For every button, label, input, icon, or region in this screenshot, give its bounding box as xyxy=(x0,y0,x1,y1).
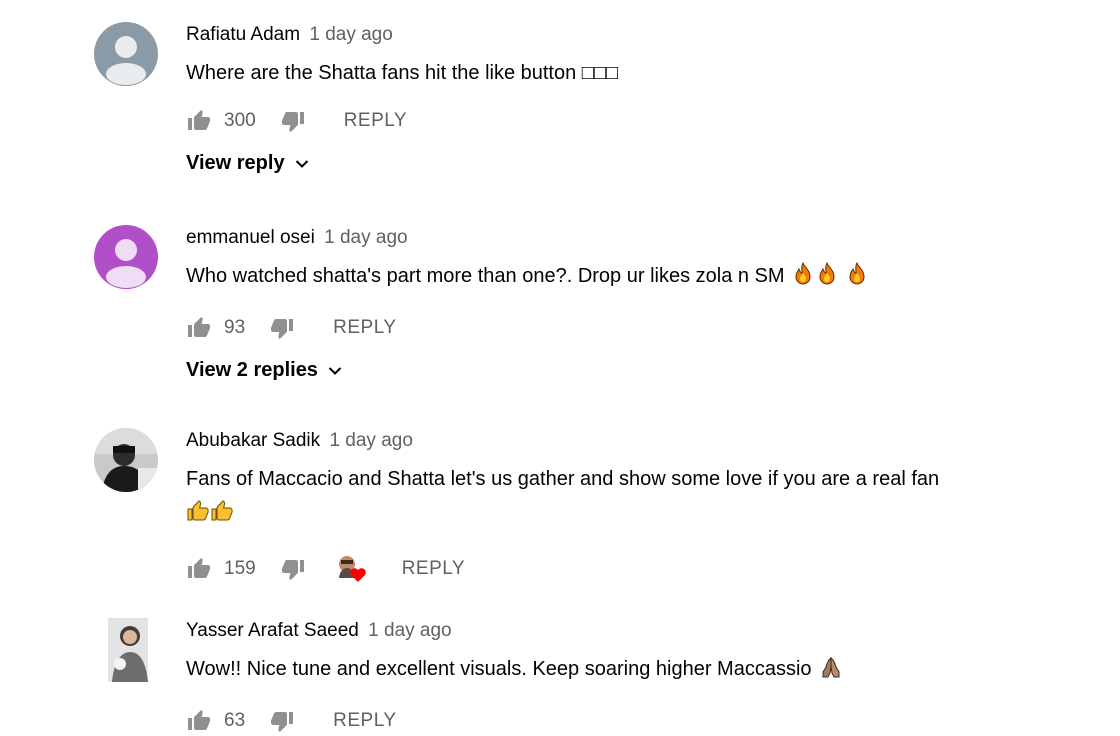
reply-button[interactable]: REPLY xyxy=(402,558,465,580)
chevron-down-icon xyxy=(328,366,342,376)
thumbs-down-icon[interactable] xyxy=(280,556,306,582)
like-count: 63 xyxy=(224,710,246,731)
author-name[interactable]: Rafiatu Adam xyxy=(186,24,300,45)
comment-text: Wow!! Nice tune and excellent visuals. K… xyxy=(186,652,1080,690)
comment-actions: 159 REPLY xyxy=(186,554,1080,584)
profile-photo-icon xyxy=(108,618,148,682)
avatar[interactable] xyxy=(108,618,148,682)
thumbs-up-emoji xyxy=(186,499,210,534)
chevron-down-icon xyxy=(295,159,309,169)
comment-header: emmanuel osei 1 day ago xyxy=(186,225,1080,251)
comment-text: Who watched shatta's part more than one?… xyxy=(186,259,1080,297)
comment-text: Where are the Shatta fans hit the like b… xyxy=(186,62,619,84)
comment-actions: 300 REPLY xyxy=(186,106,1080,136)
thumbs-down-icon[interactable] xyxy=(269,315,295,341)
thumbs-up-icon[interactable] xyxy=(186,315,212,341)
comment-timestamp[interactable]: 1 day ago xyxy=(309,24,392,45)
thumbs-up-icon[interactable] xyxy=(186,708,212,734)
fire-icon xyxy=(846,261,868,297)
default-avatar-icon xyxy=(94,22,158,86)
creator-heart-badge xyxy=(336,554,368,584)
praying-hands-emoji xyxy=(819,655,843,690)
comment-actions: 93 REPLY xyxy=(186,313,1080,343)
author-name[interactable]: Abubakar Sadik xyxy=(186,430,320,451)
comment-timestamp[interactable]: 1 day ago xyxy=(368,620,451,641)
comment-header: Yasser Arafat Saeed 1 day ago xyxy=(186,618,1080,644)
author-name[interactable]: emmanuel osei xyxy=(186,227,315,248)
comment-header: Rafiatu Adam 1 day ago xyxy=(186,22,1080,48)
like-count: 159 xyxy=(224,558,256,579)
comment-text: Fans of Maccacio and Shatta let's us gat… xyxy=(186,462,1046,534)
avatar[interactable] xyxy=(94,225,158,289)
reply-button[interactable]: REPLY xyxy=(333,317,396,339)
reply-button[interactable]: REPLY xyxy=(333,710,396,732)
comment-timestamp[interactable]: 1 day ago xyxy=(324,227,407,248)
avatar[interactable] xyxy=(94,428,158,492)
like-count: 93 xyxy=(224,317,246,338)
like-count: 300 xyxy=(224,110,256,131)
comment-actions: 63 REPLY xyxy=(186,706,1080,736)
comment-text-content: Wow!! Nice tune and excellent visuals. K… xyxy=(186,658,812,680)
view-replies-button[interactable]: View reply xyxy=(186,152,1080,175)
fire-icon xyxy=(792,261,814,297)
fire-icon xyxy=(816,261,838,297)
comment-text-content: Fans of Maccacio and Shatta let's us gat… xyxy=(186,468,940,490)
thumbs-up-icon[interactable] xyxy=(186,556,212,582)
creator-heart-icon xyxy=(338,556,366,582)
comment-text-content: Who watched shatta's part more than one?… xyxy=(186,265,785,287)
comment-timestamp[interactable]: 1 day ago xyxy=(329,430,412,451)
default-avatar-icon xyxy=(94,225,158,289)
view-replies-button[interactable]: View 2 replies xyxy=(186,359,1080,382)
thumbs-down-icon[interactable] xyxy=(269,708,295,734)
view-replies-label: View 2 replies xyxy=(186,359,318,381)
reply-button[interactable]: REPLY xyxy=(344,110,407,132)
thumbs-down-icon[interactable] xyxy=(280,108,306,134)
view-replies-label: View reply xyxy=(186,152,285,174)
avatar[interactable] xyxy=(94,22,158,86)
author-name[interactable]: Yasser Arafat Saeed xyxy=(186,620,359,641)
thumbs-up-icon[interactable] xyxy=(186,108,212,134)
profile-photo-icon xyxy=(94,428,158,492)
comment-header: Abubakar Sadik 1 day ago xyxy=(186,428,1080,454)
thumbs-up-emoji xyxy=(210,499,234,534)
